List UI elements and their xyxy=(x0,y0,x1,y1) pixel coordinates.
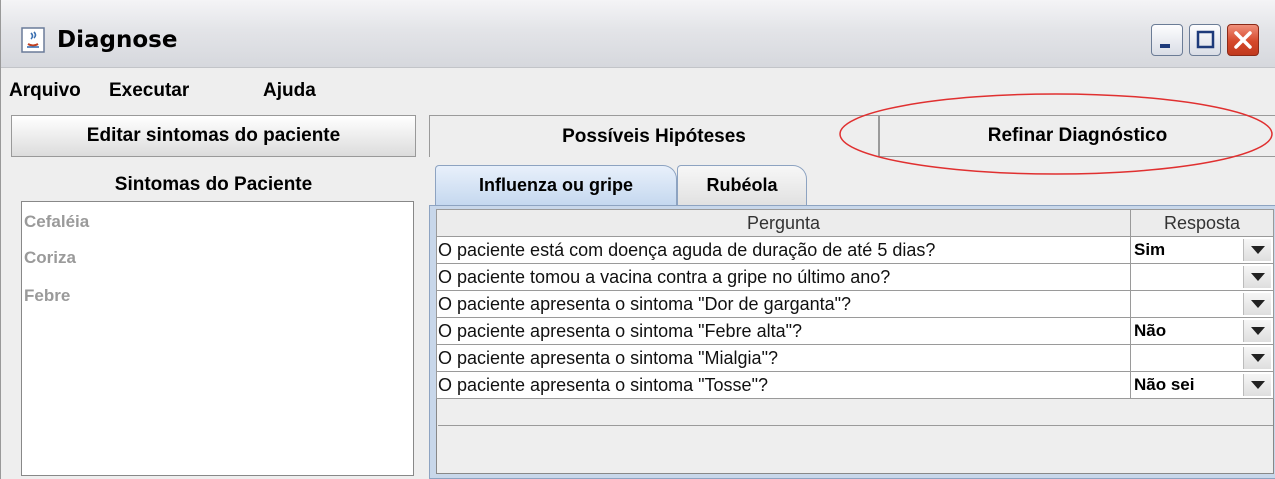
answer-dropdown[interactable] xyxy=(1130,263,1274,291)
minimize-button[interactable] xyxy=(1151,24,1183,56)
menu-executar[interactable]: Executar xyxy=(109,80,189,102)
question-cell: O paciente tomou a vacina contra a gripe… xyxy=(436,263,1131,291)
title-bar[interactable]: Diagnose xyxy=(1,0,1275,68)
tab-refinar-diagnostico[interactable]: Refinar Diagnóstico xyxy=(879,115,1275,157)
answer-dropdown[interactable]: Não sei xyxy=(1130,371,1274,399)
answer-dropdown[interactable]: Sim xyxy=(1130,236,1274,264)
symptoms-label: Sintomas do Paciente xyxy=(114,174,313,195)
chevron-down-icon xyxy=(1251,327,1265,335)
symptoms-list[interactable]: Cefaléia Coriza Febre xyxy=(21,201,414,476)
minimize-icon xyxy=(1160,44,1170,48)
table-row: O paciente apresenta o sintoma "Dor de g… xyxy=(436,290,1274,318)
table-row: O paciente está com doença aguda de dura… xyxy=(436,236,1274,264)
table-row: O paciente apresenta o sintoma "Tosse"? … xyxy=(436,371,1274,399)
diagnose-window: Diagnose Arquivo Executar Ajuda Editar s… xyxy=(0,0,1275,479)
question-cell: O paciente apresenta o sintoma "Mialgia"… xyxy=(436,344,1131,372)
java-app-icon xyxy=(21,27,45,53)
tab-rubeola[interactable]: Rubéola xyxy=(677,165,807,205)
dropdown-arrow-button[interactable] xyxy=(1243,347,1271,369)
column-header-pergunta[interactable]: Pergunta xyxy=(436,209,1131,237)
question-cell: O paciente apresenta o sintoma "Febre al… xyxy=(436,317,1131,345)
menu-ajuda[interactable]: Ajuda xyxy=(263,80,316,102)
menu-arquivo[interactable]: Arquivo xyxy=(9,80,81,102)
table-row: O paciente apresenta o sintoma "Febre al… xyxy=(436,317,1274,345)
edit-symptoms-button[interactable]: Editar sintomas do paciente xyxy=(11,115,416,157)
chevron-down-icon xyxy=(1251,300,1265,308)
answer-value: Sim xyxy=(1134,240,1166,259)
answer-dropdown[interactable] xyxy=(1130,344,1274,372)
list-item[interactable]: Coriza xyxy=(24,248,76,268)
dropdown-arrow-button[interactable] xyxy=(1243,293,1271,315)
chevron-down-icon xyxy=(1251,354,1265,362)
dropdown-arrow-button[interactable] xyxy=(1243,239,1271,261)
close-button[interactable] xyxy=(1227,24,1259,56)
window-title: Diagnose xyxy=(57,27,178,53)
chevron-down-icon xyxy=(1251,381,1265,389)
column-header-resposta[interactable]: Resposta xyxy=(1130,209,1274,237)
dropdown-arrow-button[interactable] xyxy=(1243,266,1271,288)
tab-possiveis-hipoteses[interactable]: Possíveis Hipóteses xyxy=(429,115,879,157)
list-item[interactable]: Febre xyxy=(24,286,70,306)
dropdown-arrow-button[interactable] xyxy=(1243,374,1271,396)
table-empty-area xyxy=(438,425,1273,455)
chevron-down-icon xyxy=(1251,246,1265,254)
question-cell: O paciente está com doença aguda de dura… xyxy=(436,236,1131,264)
maximize-button[interactable] xyxy=(1189,24,1221,56)
menu-bar: Arquivo Executar Ajuda xyxy=(1,70,1275,110)
answer-dropdown[interactable] xyxy=(1130,290,1274,318)
questions-table: Pergunta Resposta O paciente está com do… xyxy=(436,209,1274,399)
question-cell: O paciente apresenta o sintoma "Tosse"? xyxy=(436,371,1131,399)
tab-influenza[interactable]: Influenza ou gripe xyxy=(435,165,677,205)
list-item[interactable]: Cefaléia xyxy=(24,212,89,232)
question-cell: O paciente apresenta o sintoma "Dor de g… xyxy=(436,290,1131,318)
answer-dropdown[interactable]: Não xyxy=(1130,317,1274,345)
table-row: O paciente tomou a vacina contra a gripe… xyxy=(436,263,1274,291)
table-row: O paciente apresenta o sintoma "Mialgia"… xyxy=(436,344,1274,372)
answer-value: Não xyxy=(1134,321,1167,340)
dropdown-arrow-button[interactable] xyxy=(1243,320,1271,342)
chevron-down-icon xyxy=(1251,273,1265,281)
maximize-icon xyxy=(1196,30,1215,49)
close-icon xyxy=(1234,31,1252,49)
answer-value: Não sei xyxy=(1134,375,1195,394)
